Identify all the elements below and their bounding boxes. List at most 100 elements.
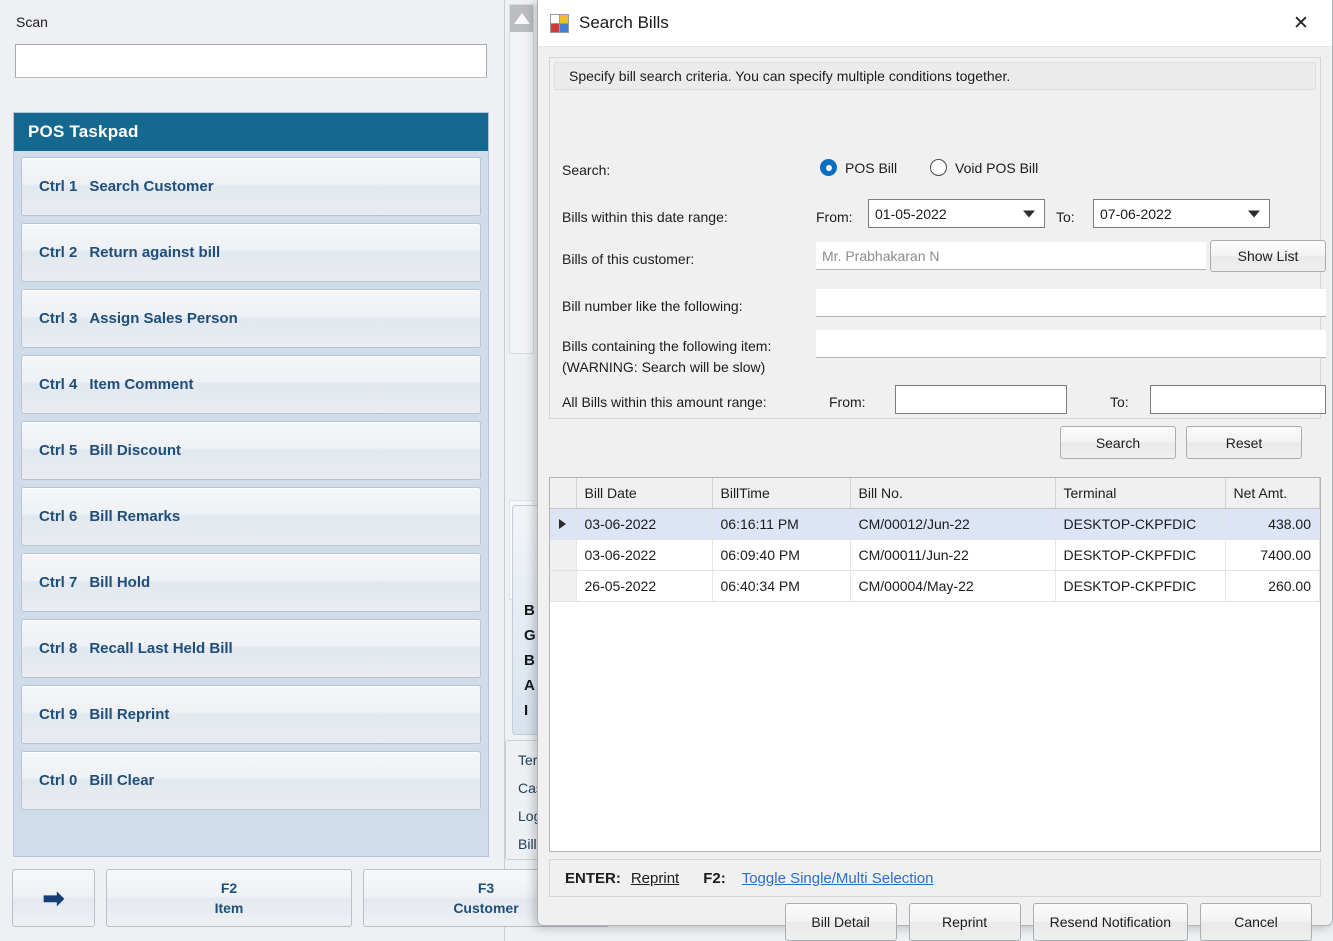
search-bills-dialog: Search Bills ✕ Specify bill search crite… [537, 0, 1333, 926]
pos-taskpad: POS Taskpad Ctrl 1 Search Customer Ctrl 2R… [13, 112, 489, 857]
keyboard-hints-bar: ENTER: Reprint F2: Toggle Single/Multi S… [549, 859, 1321, 897]
dialog-footer: Bill Detail Reprint Resend Notification Can… [538, 903, 1312, 941]
taskpad-item-ctrl-4[interactable]: Ctrl 4Item Comment [21, 355, 481, 414]
item-label-line1: Bills containing the following item: [562, 337, 771, 356]
fn-button-item-key: F2 [221, 878, 237, 898]
bills-grid[interactable]: Bill Date BillTime Bill No. Terminal Net… [549, 477, 1321, 852]
radio-pos-bill-label: POS Bill [845, 160, 897, 176]
date-from-label: From: [816, 208, 853, 227]
date-from-value: 01-05-2022 [875, 206, 947, 222]
taskpad-item-ctrl-5[interactable]: Ctrl 5Bill Discount [21, 421, 481, 480]
taskpad-item-key: Ctrl 6 [39, 508, 77, 525]
cell-bill-no: CM/00011/Jun-22 [850, 539, 1055, 570]
taskpad-item-ctrl-1[interactable]: Ctrl 1 Search Customer [21, 157, 481, 216]
row-selector-header [550, 478, 576, 508]
cell-bill-time: 06:40:34 PM [712, 570, 850, 601]
hint-f2-action[interactable]: Toggle Single/Multi Selection [742, 870, 934, 887]
column-header-bill-no[interactable]: Bill No. [850, 478, 1055, 508]
taskpad-title: POS Taskpad [14, 113, 488, 151]
dialog-title: Search Bills [579, 13, 669, 33]
close-icon[interactable]: ✕ [1270, 0, 1332, 46]
taskpad-item-key: Ctrl 9 [39, 706, 77, 723]
taskpad-item-ctrl-2[interactable]: Ctrl 2Return against bill [21, 223, 481, 282]
cell-bill-time: 06:16:11 PM [712, 508, 850, 539]
bill-number-label: Bill number like the following: [562, 297, 743, 316]
amount-from-input[interactable] [895, 385, 1067, 414]
date-to-combo[interactable]: 07-06-2022 [1093, 199, 1270, 228]
table-row[interactable]: 03-06-202206:09:40 PMCM/00011/Jun-22DESK… [550, 539, 1320, 570]
scan-input[interactable] [15, 44, 487, 78]
cell-net-amt: 7400.00 [1225, 539, 1320, 570]
date-from-combo[interactable]: 01-05-2022 [868, 199, 1045, 228]
search-criteria-group: Specify bill search criteria. You can sp… [549, 57, 1321, 419]
column-header-bill-time[interactable]: BillTime [712, 478, 850, 508]
customer-label: Bills of this customer: [562, 250, 694, 269]
cell-net-amt: 438.00 [1225, 508, 1320, 539]
column-header-net-amt[interactable]: Net Amt. [1225, 478, 1320, 508]
amount-range-label: All Bills within this amount range: [562, 393, 767, 412]
vertical-scrollbar[interactable] [509, 4, 534, 354]
cell-terminal: DESKTOP-CKPFDIC [1055, 570, 1225, 601]
taskpad-item-key: Ctrl 5 [39, 442, 77, 459]
search-button[interactable]: Search [1060, 426, 1176, 459]
date-range-label: Bills within this date range: [562, 208, 728, 227]
chevron-down-icon[interactable] [1023, 210, 1035, 217]
table-row[interactable]: 26-05-202206:40:34 PMCM/00004/May-22DESK… [550, 570, 1320, 601]
column-header-bill-date[interactable]: Bill Date [576, 478, 712, 508]
column-header-terminal[interactable]: Terminal [1055, 478, 1225, 508]
cell-bill-date: 26-05-2022 [576, 570, 712, 601]
taskpad-item-key: Ctrl 8 [39, 640, 77, 657]
radio-void-pos-bill-indicator[interactable] [930, 159, 947, 176]
taskpad-item-ctrl-6[interactable]: Ctrl 6Bill Remarks [21, 487, 481, 546]
application-icon [550, 14, 569, 33]
row-selector-cell[interactable] [550, 570, 576, 601]
row-selector-cell[interactable] [550, 508, 576, 539]
taskpad-item-label: Bill Clear [89, 772, 154, 789]
taskpad-item-label: Bill Reprint [89, 706, 169, 723]
search-type-label: Search: [562, 161, 610, 180]
scan-label: Scan [16, 14, 48, 30]
taskpad-item-label: Search Customer [89, 178, 213, 195]
criteria-note: Specify bill search criteria. You can sp… [554, 62, 1316, 90]
bills-table-header-row: Bill Date BillTime Bill No. Terminal Net… [550, 478, 1320, 508]
taskpad-item-ctrl-3[interactable]: Ctrl 3Assign Sales Person [21, 289, 481, 348]
table-row[interactable]: 03-06-202206:16:11 PMCM/00012/Jun-22DESK… [550, 508, 1320, 539]
date-to-label: To: [1056, 208, 1075, 227]
amount-from-label: From: [829, 393, 866, 412]
bill-number-input[interactable] [816, 289, 1326, 317]
chevron-down-icon[interactable] [1248, 210, 1260, 217]
fn-button-customer-key: F3 [478, 878, 494, 898]
bills-table: Bill Date BillTime Bill No. Terminal Net… [550, 478, 1320, 602]
bills-table-body: 03-06-202206:16:11 PMCM/00012/Jun-22DESK… [550, 508, 1320, 601]
hint-f2-key: F2: [703, 870, 726, 887]
cell-bill-no: CM/00004/May-22 [850, 570, 1055, 601]
bill-detail-button[interactable]: Bill Detail [785, 903, 897, 941]
item-input[interactable] [816, 330, 1326, 358]
fn-button-next[interactable]: ➡ [12, 869, 95, 927]
cell-terminal: DESKTOP-CKPFDIC [1055, 539, 1225, 570]
radio-pos-bill-indicator[interactable] [820, 159, 837, 176]
customer-input[interactable] [816, 242, 1206, 270]
taskpad-item-ctrl-8[interactable]: Ctrl 8Recall Last Held Bill [21, 619, 481, 678]
taskpad-item-ctrl-9[interactable]: Ctrl 9 Bill Reprint [21, 685, 481, 744]
radio-void-pos-bill-label: Void POS Bill [955, 160, 1038, 176]
reprint-button[interactable]: Reprint [909, 903, 1021, 941]
app-root: Scan POS Taskpad Ctrl 1Search CustomerCt… [0, 0, 1333, 941]
radio-void-pos-bill[interactable]: Void POS Bill [930, 159, 1038, 176]
taskpad-item-label: Return against bill [89, 244, 220, 261]
amount-to-input[interactable] [1150, 385, 1326, 414]
hint-enter-action[interactable]: Reprint [631, 870, 679, 887]
cell-bill-date: 03-06-2022 [576, 539, 712, 570]
scroll-up-icon[interactable] [510, 5, 533, 32]
taskpad-item-ctrl-7[interactable]: Ctrl 7Bill Hold [21, 553, 481, 612]
taskpad-item-ctrl-0[interactable]: Ctrl 0Bill Clear [21, 751, 481, 810]
resend-notification-button[interactable]: Resend Notification [1033, 903, 1188, 941]
cancel-button[interactable]: Cancel [1200, 903, 1312, 941]
fn-button-item[interactable]: F2 Item [106, 869, 352, 927]
show-list-button[interactable]: Show List [1210, 240, 1326, 272]
reset-button[interactable]: Reset [1186, 426, 1302, 459]
row-selector-cell[interactable] [550, 539, 576, 570]
taskpad-item-key: Ctrl 1 [39, 178, 77, 195]
radio-pos-bill[interactable]: POS Bill [820, 159, 897, 176]
item-label-line2: (WARNING: Search will be slow) [562, 358, 765, 377]
